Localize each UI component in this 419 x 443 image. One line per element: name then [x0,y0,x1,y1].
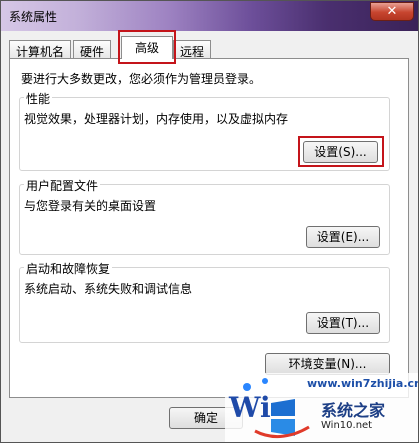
title-bar[interactable]: 系统属性 ✕ [1,1,418,31]
watermark-logo: Wi www.win7zhijia.cn 系统之家 Win10.net [225,373,419,442]
tab-strip: 计算机名 硬件 高级 远程 [9,33,409,59]
watermark-sub: Win10.net [321,420,373,431]
startup-recovery-settings-button[interactable]: 设置(T)... [306,312,380,334]
system-properties-window: 系统属性 ✕ 计算机名 硬件 高级 远程 要进行大多数更改，您必须作为管理员登录… [0,0,419,443]
user-profiles-desc: 与您登录有关的桌面设置 [24,199,157,213]
tab-remote[interactable]: 远程 [173,40,212,59]
admin-notice: 要进行大多数更改，您必须作为管理员登录。 [21,72,262,86]
performance-title: 性能 [24,90,53,107]
performance-settings-button[interactable]: 设置(S)... [303,141,378,163]
tab-advanced[interactable]: 高级 [121,36,173,59]
startup-recovery-title: 启动和故障恢复 [24,260,113,277]
svg-text:Wi: Wi [228,391,271,424]
performance-desc: 视觉效果，处理器计划，内存使用，以及虚拟内存 [24,112,289,126]
watermark-url: www.win7zhijia.cn [307,377,419,390]
window-title: 系统属性 [9,10,58,24]
environment-variables-button[interactable]: 环境变量(N)... [265,353,390,375]
close-button[interactable]: ✕ [370,2,414,21]
tab-computer-name[interactable]: 计算机名 [9,40,72,59]
startup-recovery-desc: 系统启动、系统失败和调试信息 [24,282,193,296]
user-profiles-settings-button[interactable]: 设置(E)... [306,226,380,248]
close-icon: ✕ [386,4,398,19]
user-profiles-title: 用户配置文件 [24,177,101,194]
tab-hardware[interactable]: 硬件 [73,40,112,59]
watermark-brand: 系统之家 [321,401,386,420]
